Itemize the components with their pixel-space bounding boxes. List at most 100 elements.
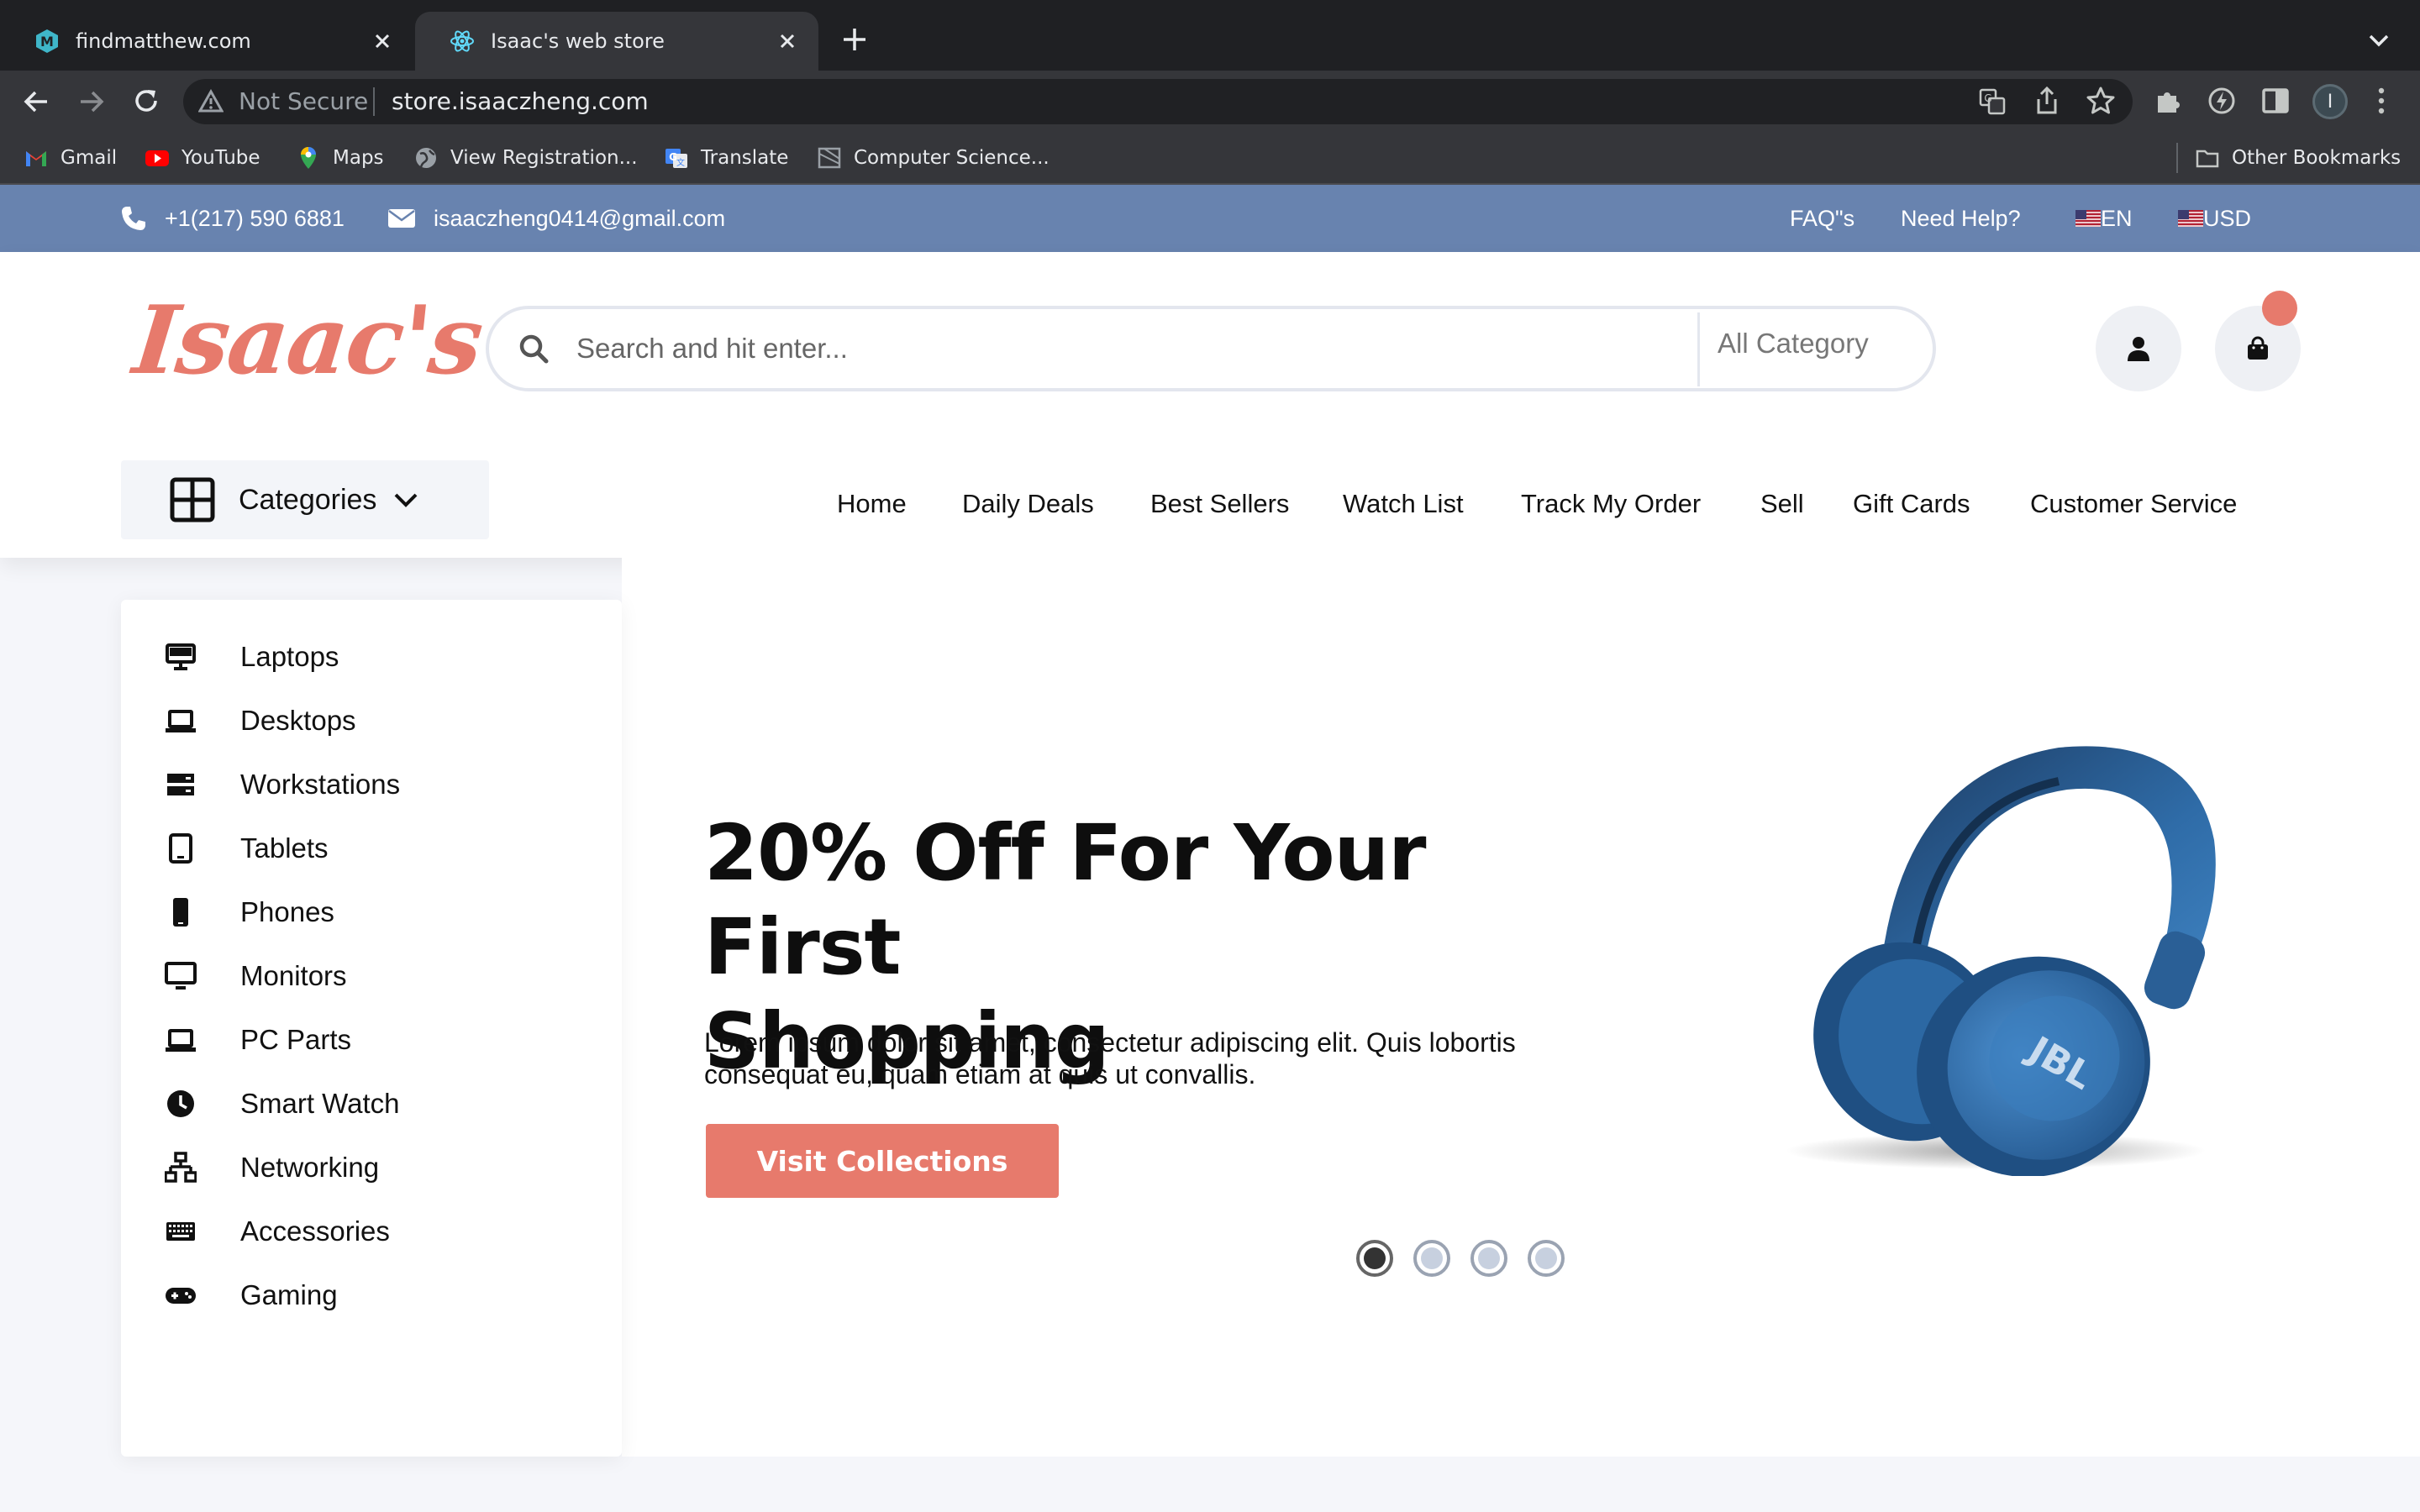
sidebar-item-desktops[interactable]: Desktops xyxy=(165,696,356,746)
nav-home[interactable]: Home xyxy=(837,489,907,519)
sidebar-item-tablets[interactable]: Tablets xyxy=(165,823,329,874)
desktop-icon xyxy=(166,643,196,670)
folder-icon xyxy=(2196,150,2219,168)
nav-gift-cards[interactable]: Gift Cards xyxy=(1853,489,1970,519)
globe-icon xyxy=(416,148,436,168)
bookmarks-divider xyxy=(2176,143,2178,173)
laptop-icon xyxy=(166,1029,196,1052)
tab-title: findmatthew.com xyxy=(76,29,251,53)
need-help-link[interactable]: Need Help? xyxy=(1901,200,2021,237)
back-arrow-icon[interactable] xyxy=(22,87,50,116)
phone-icon xyxy=(122,207,145,230)
bookmark-other-bookmarks[interactable]: Other Bookmarks xyxy=(2195,143,2401,173)
nav-daily-deals[interactable]: Daily Deals xyxy=(962,489,1094,519)
contact-phone[interactable]: +1(217) 590 6881 xyxy=(119,200,345,237)
omnibox-divider xyxy=(373,87,375,116)
react-favicon-icon xyxy=(450,30,474,52)
sidebar-item-laptops[interactable]: Laptops xyxy=(165,632,339,682)
hero-description: Lorem ipsum dolor sit amet, consectetur … xyxy=(704,1026,1662,1090)
site-info-bar xyxy=(0,185,2420,252)
extensions-puzzle-icon[interactable] xyxy=(2153,86,2183,116)
contact-email[interactable]: isaaczheng0414@gmail.com xyxy=(387,200,725,237)
carousel-dot-2[interactable] xyxy=(1413,1240,1450,1277)
carousel-dot-4[interactable] xyxy=(1528,1240,1565,1277)
nav-sell[interactable]: Sell xyxy=(1760,489,1804,519)
keyboard-icon xyxy=(166,1222,195,1241)
categories-button[interactable]: Categories xyxy=(121,460,489,539)
bookmark-star-icon[interactable] xyxy=(2086,86,2116,116)
sidebar-item-pc-parts[interactable]: PC Parts xyxy=(165,1015,351,1065)
user-icon xyxy=(2128,337,2149,361)
bookmark-gmail[interactable]: Gmail xyxy=(24,143,117,173)
google-translate-icon: G文 xyxy=(666,149,687,168)
svg-text:M: M xyxy=(40,34,54,50)
carousel-dot-1[interactable] xyxy=(1356,1240,1393,1277)
browser-tab-findmatthew[interactable]: M findmatthew.com xyxy=(0,12,413,71)
bookmark-computer-science[interactable]: Computer Science... xyxy=(817,143,1050,173)
url-text[interactable]: store.isaaczheng.com xyxy=(392,87,649,115)
currency-selector[interactable]: USD xyxy=(2178,200,2251,237)
us-flag-icon xyxy=(2075,210,2101,227)
faq-link[interactable]: FAQ"s xyxy=(1790,200,1854,237)
side-panel-icon[interactable] xyxy=(2260,86,2291,116)
language-selector[interactable]: EN xyxy=(2075,200,2133,237)
close-tab-icon[interactable] xyxy=(776,30,798,52)
close-tab-icon[interactable] xyxy=(371,30,393,52)
laptop-icon xyxy=(166,710,196,732)
nav-best-sellers[interactable]: Best Sellers xyxy=(1150,489,1289,519)
hero-description-line: Lorem ipsum dolor sit amet, consectetur … xyxy=(704,1027,1516,1058)
maps-pin-icon xyxy=(301,147,316,169)
new-tab-icon[interactable] xyxy=(840,25,869,54)
bookmark-youtube[interactable]: YouTube xyxy=(145,143,260,173)
bookmark-maps[interactable]: Maps xyxy=(296,143,384,173)
search-input[interactable] xyxy=(576,326,1669,371)
bookmark-translate[interactable]: G文 Translate xyxy=(664,143,788,173)
forward-arrow-icon[interactable] xyxy=(77,87,106,116)
profile-avatar[interactable]: I xyxy=(2312,84,2348,119)
extension-bolt-icon[interactable] xyxy=(2207,86,2237,116)
nav-track-my-order[interactable]: Track My Order xyxy=(1521,489,1701,519)
headphones-product-image: JBL xyxy=(1786,746,2216,1176)
sidebar-item-smart-watch[interactable]: Smart Watch xyxy=(165,1079,399,1129)
page-background-band xyxy=(0,1457,2420,1512)
monitor-icon xyxy=(165,962,197,990)
chevron-down-icon xyxy=(395,493,418,507)
grid-icon xyxy=(170,477,215,522)
tab-title: Isaac's web store xyxy=(491,29,665,53)
account-button[interactable] xyxy=(2096,306,2181,391)
shopping-bag-icon xyxy=(2248,336,2268,360)
search-icon[interactable] xyxy=(516,331,551,366)
reload-icon[interactable] xyxy=(131,86,161,116)
security-label[interactable]: Not Secure xyxy=(239,87,368,115)
warning-triangle-icon[interactable] xyxy=(198,89,224,113)
gamepad-icon xyxy=(166,1288,196,1304)
site-logo[interactable]: Isaac's xyxy=(129,286,487,396)
bookmark-view-registration[interactable]: View Registration... xyxy=(413,143,638,173)
browser-menu-kebab-icon[interactable] xyxy=(2373,86,2390,116)
translate-page-icon[interactable]: G xyxy=(1978,87,2007,116)
nav-customer-service[interactable]: Customer Service xyxy=(2030,489,2237,519)
browser-tab-isaacs-store[interactable]: Isaac's web store xyxy=(415,12,818,71)
findmatthew-favicon-icon: M xyxy=(36,29,58,53)
sidebar-item-accessories[interactable]: Accessories xyxy=(165,1206,390,1257)
share-icon[interactable] xyxy=(2033,86,2060,116)
nav-watch-list[interactable]: Watch List xyxy=(1343,489,1464,519)
server-icon xyxy=(167,774,194,795)
tablet-icon xyxy=(169,833,192,864)
sidebar-item-phones[interactable]: Phones xyxy=(165,887,334,937)
sidebar-item-workstations[interactable]: Workstations xyxy=(165,759,400,810)
sidebar-item-networking[interactable]: Networking xyxy=(165,1142,379,1193)
category-select[interactable]: All Category xyxy=(1718,328,1869,360)
tab-search-chevron-icon[interactable] xyxy=(2366,30,2391,50)
network-icon xyxy=(165,1152,197,1183)
sidebar-item-gaming[interactable]: Gaming xyxy=(165,1270,338,1320)
us-flag-icon xyxy=(2178,210,2203,227)
visit-collections-button[interactable]: Visit Collections xyxy=(706,1124,1059,1198)
hero-description-line: consequat eu, quam etiam at quis ut conv… xyxy=(704,1059,1256,1089)
envelope-icon xyxy=(388,209,415,228)
document-icon xyxy=(818,147,841,169)
svg-text:G: G xyxy=(1984,92,1991,104)
carousel-dot-3[interactable] xyxy=(1470,1240,1507,1277)
phone-icon xyxy=(173,898,188,927)
sidebar-item-monitors[interactable]: Monitors xyxy=(165,951,347,1001)
